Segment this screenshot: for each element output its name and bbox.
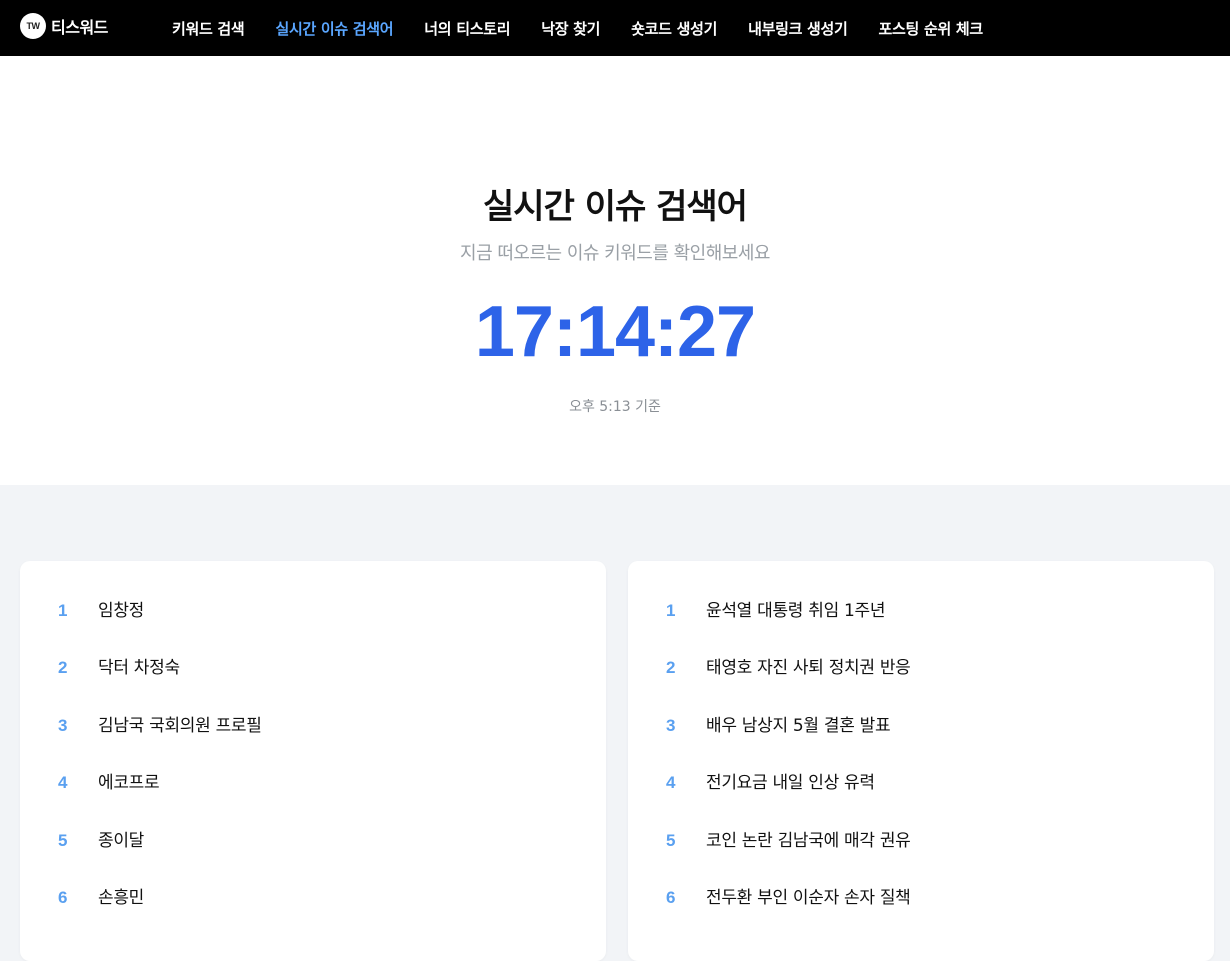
list-item[interactable]: 1 윤석열 대통령 취임 1주년 [666, 601, 911, 658]
list-item[interactable]: 3 김남국 국회의원 프로필 [58, 716, 262, 773]
rank-keyword: 닥터 차정숙 [98, 658, 180, 679]
nav-item-shortcode-generator[interactable]: 숏코드 생성기 [631, 18, 717, 39]
issue-rank-list-right: 1 윤석열 대통령 취임 1주년 2 태영호 자진 사퇴 정치권 반응 3 배우… [666, 601, 911, 945]
rank-keyword: 임창정 [98, 601, 145, 621]
update-basis-time: 오후 5:13 기준 [569, 399, 661, 415]
list-item[interactable]: 3 배우 남상지 5월 결혼 발표 [666, 716, 911, 773]
nav-item-missing-page-finder[interactable]: 낙장 찾기 [541, 18, 600, 39]
rank-keyword: 김남국 국회의원 프로필 [98, 715, 262, 736]
list-item[interactable]: 6 손흥민 [58, 888, 262, 945]
rank-number: 4 [58, 773, 68, 793]
issue-card-left: 1 임창정 2 닥터 차정숙 3 김남국 국회의원 프로필 4 에코프로 5 종… [20, 561, 606, 961]
rank-number: 1 [666, 601, 676, 620]
rank-keyword: 에코프로 [98, 773, 160, 794]
list-item[interactable]: 5 종이달 [58, 831, 262, 888]
rank-keyword: 배우 남상지 5월 결혼 발표 [706, 715, 891, 736]
rank-number: 5 [666, 830, 676, 850]
rank-number: 2 [666, 658, 676, 678]
list-item[interactable]: 1 임창정 [58, 601, 262, 658]
nav-menu: 키워드 검색 실시간 이슈 검색어 너의 티스토리 낙장 찾기 숏코드 생성기 … [172, 0, 1014, 56]
rank-number: 5 [58, 830, 68, 850]
page-subtitle: 지금 떠오르는 이슈 키워드를 확인해보세요 [460, 243, 770, 264]
rank-number: 4 [666, 773, 676, 793]
nav-item-post-rank-check[interactable]: 포스팅 순위 체크 [879, 18, 984, 39]
rank-keyword: 전기요금 내일 인상 유력 [706, 773, 875, 794]
list-item[interactable]: 6 전두환 부인 이순자 손자 질책 [666, 888, 911, 945]
rank-keyword: 손흥민 [98, 887, 145, 908]
hero-section: 실시간 이슈 검색어 지금 떠오르는 이슈 키워드를 확인해보세요 17:14:… [0, 56, 1230, 485]
top-navigation: TW 티스워드 키워드 검색 실시간 이슈 검색어 너의 티스토리 낙장 찾기 … [0, 0, 1230, 56]
nav-item-realtime-issues[interactable]: 실시간 이슈 검색어 [275, 18, 393, 39]
rank-number: 6 [666, 887, 676, 907]
live-clock: 17:14:27 [474, 292, 756, 372]
list-item[interactable]: 5 코인 논란 김남국에 매각 권유 [666, 831, 911, 888]
rank-number: 6 [58, 887, 68, 907]
page-title: 실시간 이슈 검색어 [483, 187, 748, 227]
nav-item-internal-link-generator[interactable]: 내부링크 생성기 [748, 18, 848, 39]
issue-rank-list-left: 1 임창정 2 닥터 차정숙 3 김남국 국회의원 프로필 4 에코프로 5 종… [58, 601, 262, 945]
brand-link[interactable]: TW 티스워드 [20, 12, 108, 40]
list-item[interactable]: 4 전기요금 내일 인상 유력 [666, 773, 911, 830]
rank-number: 1 [58, 601, 68, 620]
rank-keyword: 종이달 [98, 830, 145, 851]
rank-keyword: 윤석열 대통령 취임 1주년 [706, 601, 886, 621]
rank-number: 2 [58, 658, 68, 678]
rank-keyword: 코인 논란 김남국에 매각 권유 [706, 830, 911, 851]
rank-number: 3 [666, 715, 676, 735]
list-item[interactable]: 2 닥터 차정숙 [58, 658, 262, 715]
brand-name: 티스워드 [51, 18, 108, 37]
rank-keyword: 태영호 자진 사퇴 정치권 반응 [706, 658, 911, 679]
rank-number: 3 [58, 715, 68, 735]
issue-card-right: 1 윤석열 대통령 취임 1주년 2 태영호 자진 사퇴 정치권 반응 3 배우… [628, 561, 1214, 961]
nav-item-your-tistory[interactable]: 너의 티스토리 [424, 18, 510, 39]
nav-item-keyword-search[interactable]: 키워드 검색 [172, 18, 245, 39]
list-item[interactable]: 4 에코프로 [58, 773, 262, 830]
list-item[interactable]: 2 태영호 자진 사퇴 정치권 반응 [666, 658, 911, 715]
rank-keyword: 전두환 부인 이순자 손자 질책 [706, 887, 911, 908]
brand-logo-icon: TW [20, 13, 46, 39]
